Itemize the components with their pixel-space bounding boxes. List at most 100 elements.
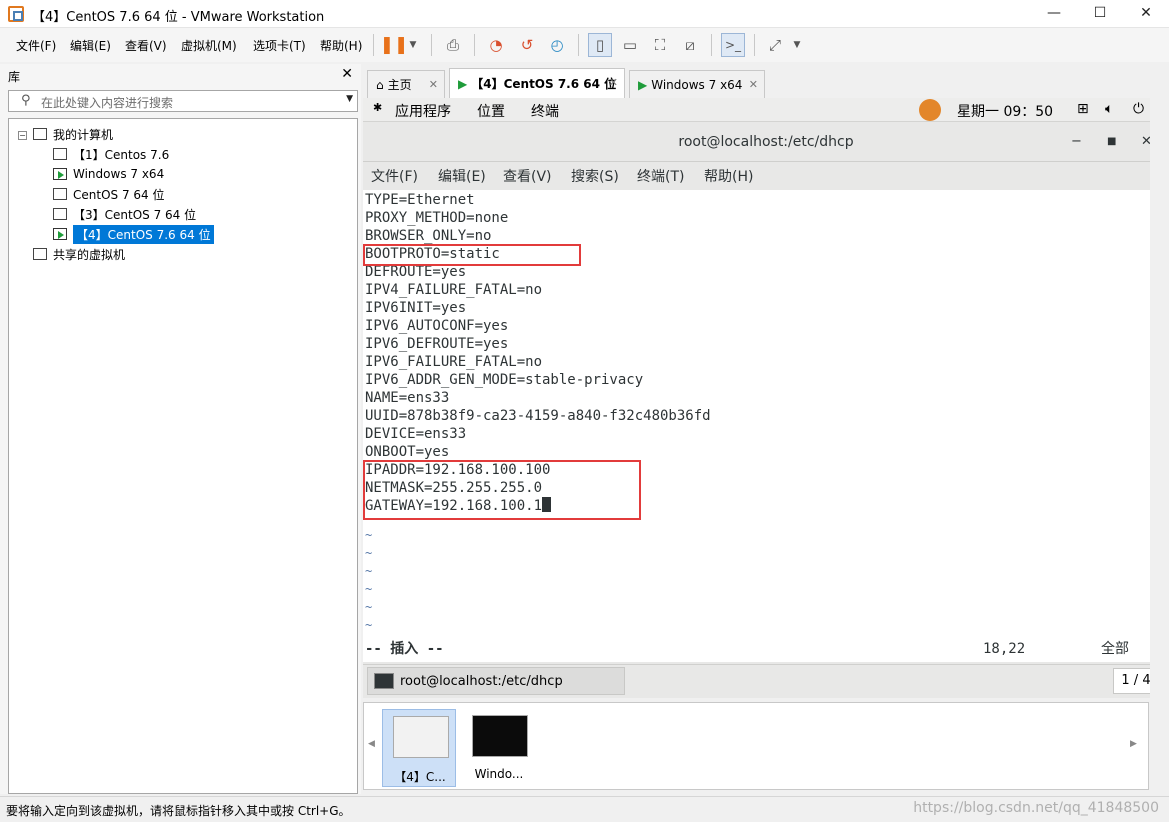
thumbnail-bar-icon[interactable]: ▭ — [618, 33, 642, 57]
network-icon[interactable]: ⊞ — [1077, 101, 1089, 117]
unity-icon[interactable]: ⧄ — [678, 33, 702, 57]
terminal-menu-file[interactable]: 文件(F) — [371, 166, 418, 186]
chevron-right-icon[interactable]: ▶ — [1130, 739, 1137, 749]
terminal-menu-help[interactable]: 帮助(H) — [704, 166, 753, 186]
terminal-line: IPV6_DEFROUTE=yes — [365, 336, 509, 352]
terminal-menu-search[interactable]: 搜索(S) — [571, 166, 619, 186]
tab-close-icon[interactable]: ✕ — [749, 78, 758, 91]
tree-node-vm[interactable]: CentOS 7 64 位 — [50, 185, 164, 203]
tab-close-icon[interactable]: ✕ — [429, 78, 438, 91]
volume-icon[interactable]: 🔈︎ — [1105, 101, 1113, 117]
library-panel: 库 ✕ ⚲ 在此处键入内容进行搜索 ▼ − 我的计算机 【1】Centos 7.… — [0, 64, 361, 794]
chevron-down-icon[interactable]: ▼ — [406, 33, 420, 57]
maximize-button[interactable]: ☐ — [1077, 0, 1123, 28]
menu-vm[interactable]: 虚拟机(M) — [181, 37, 237, 54]
terminal-line: UUID=878b38f9-ca23-4159-a840-f32c480b36f… — [365, 408, 711, 424]
minimize-button[interactable]: — — [1031, 0, 1077, 28]
app-indicator-icon[interactable] — [919, 99, 941, 121]
title-bar: 【4】CentOS 7.6 64 位 - VMware Workstation … — [0, 0, 1169, 28]
terminal-text-area[interactable]: TYPE=Ethernet PROXY_METHOD=none BROWSER_… — [363, 190, 1153, 662]
close-button[interactable]: ✕ — [1123, 0, 1169, 28]
thumbnail-windows[interactable]: Windo... — [462, 709, 536, 787]
gnome-top-bar: ✱ 应用程序 位置 终端 星期一 09：50 ⊞ 🔈︎ ⏻ — [363, 98, 1169, 122]
tree-node-shared-vms[interactable]: 共享的虚拟机 — [30, 245, 125, 263]
terminal-line: IPV4_FAILURE_FATAL=no — [365, 282, 543, 298]
terminal-line: IPV6INIT=yes — [365, 300, 467, 316]
terminal-line: NAME=ens33 — [365, 390, 450, 406]
home-icon: ⌂ — [376, 77, 384, 92]
menu-tabs[interactable]: 选项卡(T) — [253, 37, 306, 54]
snapshot-manager-icon[interactable]: ◴ — [546, 33, 568, 57]
terminal-line: PROXY_METHOD=none — [365, 210, 509, 226]
snapshot-icon[interactable]: ◔ — [485, 33, 507, 57]
tab-label: 【4】CentOS 7.6 64 位 — [471, 77, 617, 91]
pause-icon[interactable]: ❚❚ — [380, 33, 409, 57]
stretch-guest-icon[interactable]: ⤢ — [764, 33, 786, 57]
vm-running-icon — [53, 228, 67, 240]
menu-help[interactable]: 帮助(H) — [320, 37, 362, 54]
thumbnail-label: 【4】C... — [394, 770, 446, 784]
status-message: 要将输入定向到该虚拟机，请将鼠标指针移入其中或按 Ctrl+G。 — [6, 804, 351, 818]
terminal-maximize-button[interactable]: ■ — [1107, 136, 1116, 147]
toolbar-separator — [373, 34, 374, 56]
vim-empty-line-marker: ~ — [365, 582, 373, 596]
tab-windows7[interactable]: ▶ Windows 7 x64 ✕ — [629, 70, 765, 98]
gnome-clock[interactable]: 星期一 09：50 — [957, 101, 1053, 121]
terminal-line: IPV6_ADDR_GEN_MODE=stable-privacy — [365, 372, 644, 388]
library-close-icon[interactable]: ✕ — [341, 66, 353, 82]
chevron-down-icon[interactable]: ▼ — [790, 33, 804, 57]
power-icon[interactable]: ⏻ — [1133, 101, 1144, 117]
terminal-menu-terminal[interactable]: 终端(T) — [637, 166, 684, 186]
search-placeholder: 在此处键入内容进行搜索 — [41, 96, 174, 110]
tree-node-label: 【1】Centos 7.6 — [73, 147, 170, 162]
window-list-item-terminal[interactable]: root@localhost:/etc/dhcp — [367, 667, 625, 695]
vmware-app-icon — [8, 6, 24, 22]
thumbnail-image — [393, 716, 449, 758]
gnome-terminal-menu[interactable]: 终端 — [531, 101, 559, 121]
terminal-line: IPV6_AUTOCONF=yes — [365, 318, 509, 334]
tree-node-my-computer[interactable]: 我的计算机 — [33, 125, 113, 143]
terminal-icon — [374, 673, 394, 689]
terminal-title: root@localhost:/etc/dhcp — [678, 134, 854, 150]
tab-centos-76[interactable]: ▶ 【4】CentOS 7.6 64 位 ✕ — [449, 68, 625, 98]
terminal-minimize-button[interactable]: − — [1071, 134, 1082, 149]
guest-display[interactable]: ✱ 应用程序 位置 终端 星期一 09：50 ⊞ 🔈︎ ⏻ root@local… — [363, 98, 1169, 698]
chevron-down-icon[interactable]: ▼ — [346, 94, 353, 104]
terminal-menu-view[interactable]: 查看(V) — [503, 166, 552, 186]
menu-view[interactable]: 查看(V) — [125, 37, 167, 54]
menu-edit[interactable]: 编辑(E) — [70, 37, 111, 54]
library-view-icon[interactable]: ▯ — [588, 33, 612, 57]
outer-scrollbar[interactable] — [1150, 64, 1169, 794]
thumbnail-centos[interactable]: 【4】C... — [382, 709, 456, 787]
send-ctrl-alt-del-icon[interactable]: ⎙ — [442, 33, 464, 57]
terminal-header-bar: root@localhost:/etc/dhcp − ■ ✕ — [363, 124, 1169, 162]
window-title: 【4】CentOS 7.6 64 位 - VMware Workstation — [32, 10, 325, 25]
terminal-line: DEVICE=ens33 — [365, 426, 467, 442]
tree-node-vm-selected[interactable]: 【4】CentOS 7.6 64 位 — [53, 224, 214, 244]
chevron-left-icon[interactable]: ◀ — [368, 739, 375, 749]
collapse-icon[interactable]: − — [18, 131, 27, 140]
toolbar-separator — [711, 34, 712, 56]
search-icon: ⚲ — [21, 93, 31, 108]
vim-empty-line-marker: ~ — [365, 528, 373, 542]
tab-close-icon[interactable]: ✕ — [609, 76, 618, 89]
thumbnail-image — [472, 715, 528, 757]
vim-empty-line-marker: ~ — [365, 618, 373, 632]
gnome-applications-menu[interactable]: 应用程序 — [395, 101, 451, 121]
library-title: 库 — [8, 70, 21, 84]
console-view-icon[interactable]: >_ — [721, 33, 745, 57]
shared-vms-icon — [30, 245, 47, 260]
menu-file[interactable]: 文件(F) — [16, 37, 56, 54]
tree-node-vm[interactable]: 【1】Centos 7.6 — [50, 145, 170, 163]
tree-node-vm[interactable]: 【3】CentOS 7 64 位 — [50, 205, 196, 223]
gnome-places-menu[interactable]: 位置 — [477, 101, 505, 121]
library-search-input[interactable]: ⚲ 在此处键入内容进行搜索 ▼ — [8, 90, 358, 112]
fullscreen-icon[interactable]: ⛶ — [648, 33, 672, 57]
vm-running-icon: ▶ — [458, 76, 468, 91]
tab-home[interactable]: ⌂ 主页 ✕ — [367, 70, 445, 98]
revert-snapshot-icon[interactable]: ↺ — [516, 33, 538, 57]
tree-node-vm[interactable]: Windows 7 x64 — [53, 165, 164, 183]
apps-icon: ✱ — [373, 101, 383, 114]
tab-label: Windows 7 x64 — [651, 77, 743, 92]
terminal-menu-edit[interactable]: 编辑(E) — [438, 166, 486, 186]
